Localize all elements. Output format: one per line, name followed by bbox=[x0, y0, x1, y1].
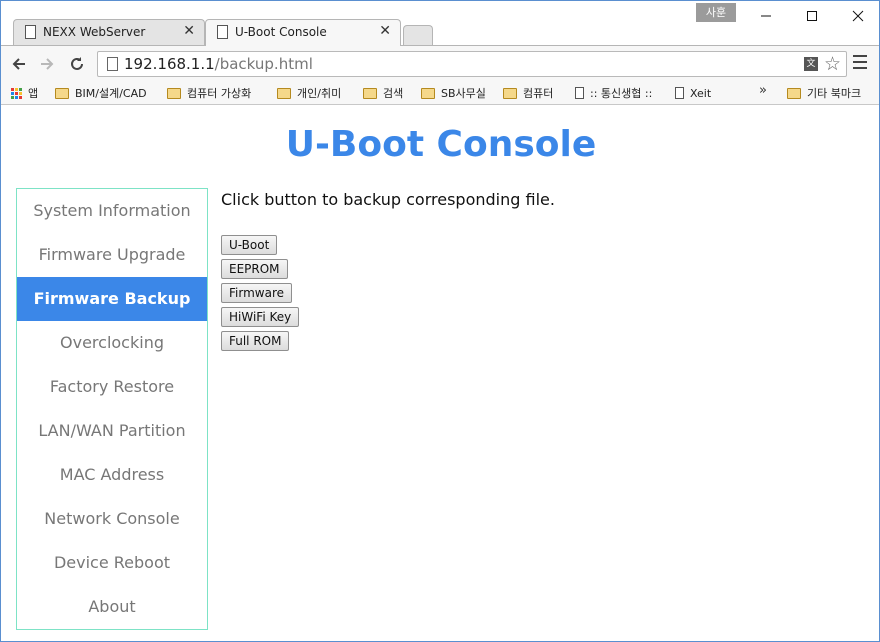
back-button[interactable] bbox=[7, 52, 31, 76]
page-icon bbox=[25, 25, 36, 39]
page-icon bbox=[675, 87, 684, 99]
bookmark-label: BIM/설계/CAD bbox=[75, 87, 147, 100]
bookmark-label: 기타 북마크 bbox=[807, 87, 862, 100]
url-text: 192.168.1.1/backup.html bbox=[124, 55, 313, 73]
other-bookmarks-folder[interactable]: 기타 북마크 bbox=[787, 84, 861, 102]
close-window-button[interactable] bbox=[835, 1, 880, 31]
minimize-icon bbox=[761, 15, 771, 17]
backup-full-rom-button[interactable]: Full ROM bbox=[221, 331, 290, 351]
nav-item-device-reboot[interactable]: Device Reboot bbox=[17, 541, 207, 585]
instruction-text: Click button to backup corresponding fil… bbox=[221, 190, 555, 209]
translate-icon[interactable]: 文 bbox=[804, 57, 818, 71]
arrow-left-icon bbox=[12, 58, 25, 70]
folder-icon bbox=[55, 87, 69, 99]
nav-item-system-information[interactable]: System Information bbox=[17, 189, 207, 233]
maximize-icon bbox=[807, 11, 817, 21]
backup-u-boot-button[interactable]: U-Boot bbox=[221, 235, 278, 255]
bookmark-folder[interactable]: BIM/설계/CAD bbox=[55, 84, 147, 102]
bookmark-label: 검색 bbox=[383, 87, 404, 100]
folder-icon bbox=[167, 87, 181, 99]
page-icon bbox=[575, 87, 584, 99]
bookmark-folder[interactable]: 개인/취미 bbox=[277, 84, 341, 102]
close-tab-icon[interactable]: ✕ bbox=[379, 23, 391, 39]
minimize-button[interactable] bbox=[743, 1, 789, 31]
bookmark-folder[interactable]: 검색 bbox=[363, 84, 403, 102]
bookmark-folder[interactable]: SB사무실 bbox=[421, 84, 486, 102]
backup-button-list: U-Boot EEPROM Firmware HiWiFi Key Full R… bbox=[221, 235, 300, 355]
bookmarks-overflow-button[interactable]: » bbox=[759, 83, 767, 98]
backup-firmware-button[interactable]: Firmware bbox=[221, 283, 292, 303]
page-title: U-Boot Console bbox=[285, 124, 597, 165]
backup-eeprom-button[interactable]: EEPROM bbox=[221, 259, 288, 279]
tab-title: U-Boot Console bbox=[235, 25, 327, 39]
folder-icon bbox=[363, 87, 377, 99]
nav-item-network-console[interactable]: Network Console bbox=[17, 497, 207, 541]
maximize-button[interactable] bbox=[789, 1, 835, 31]
bookmark-label: 앱 bbox=[28, 87, 39, 100]
bookmark-label: SB사무실 bbox=[441, 87, 486, 100]
nav-item-lan-wan-partition[interactable]: LAN/WAN Partition bbox=[17, 409, 207, 453]
address-bar[interactable]: 192.168.1.1/backup.html 文 ☆ bbox=[97, 51, 847, 77]
nav-item-firmware-upgrade[interactable]: Firmware Upgrade bbox=[17, 233, 207, 277]
close-icon bbox=[852, 10, 864, 22]
title-bar: NEXX WebServer ✕ U-Boot Console ✕ 사훈 bbox=[1, 1, 880, 46]
apps-icon bbox=[11, 87, 22, 99]
bookmark-label: :: 통신생협 :: bbox=[590, 87, 653, 100]
nav-item-factory-restore[interactable]: Factory Restore bbox=[17, 365, 207, 409]
menu-icon[interactable] bbox=[853, 55, 869, 71]
bookmark-page[interactable]: :: 통신생협 :: bbox=[575, 84, 652, 102]
arrow-right-icon bbox=[41, 58, 54, 70]
folder-icon bbox=[277, 87, 291, 99]
bookmark-label: 컴퓨터 가상화 bbox=[187, 87, 252, 100]
close-tab-icon[interactable]: ✕ bbox=[183, 23, 195, 39]
backup-hiwifi-key-button[interactable]: HiWiFi Key bbox=[221, 307, 300, 327]
page-icon bbox=[217, 25, 228, 39]
sidebar-nav: System Information Firmware Upgrade Firm… bbox=[16, 188, 208, 630]
reload-icon bbox=[71, 57, 83, 70]
profile-badge[interactable]: 사훈 bbox=[696, 3, 736, 22]
forward-button[interactable] bbox=[35, 52, 59, 76]
tab-shape bbox=[403, 25, 433, 45]
tab-title: NEXX WebServer bbox=[43, 25, 146, 39]
page-icon bbox=[107, 57, 118, 71]
folder-icon bbox=[503, 87, 517, 99]
bookmark-folder[interactable]: 컴퓨터 가상화 bbox=[167, 84, 251, 102]
bookmark-label: 개인/취미 bbox=[297, 87, 342, 100]
browser-toolbar: 192.168.1.1/backup.html 文 ☆ bbox=[1, 45, 879, 81]
bookmark-star-icon[interactable]: ☆ bbox=[824, 53, 841, 75]
tab-nexx-webserver[interactable]: NEXX WebServer ✕ bbox=[13, 19, 205, 46]
tab-u-boot-console[interactable]: U-Boot Console ✕ bbox=[205, 19, 401, 46]
page-content: U-Boot Console System Information Firmwa… bbox=[1, 106, 879, 641]
nav-item-about[interactable]: About bbox=[17, 585, 207, 629]
bookmark-apps[interactable]: 앱 bbox=[11, 84, 38, 102]
nav-item-overclocking[interactable]: Overclocking bbox=[17, 321, 207, 365]
backup-panel: Click button to backup corresponding fil… bbox=[221, 190, 861, 351]
nav-item-firmware-backup[interactable]: Firmware Backup bbox=[17, 277, 207, 321]
folder-icon bbox=[787, 87, 801, 99]
bookmark-label: Xeit bbox=[690, 86, 712, 100]
url-host: 192.168.1.1 bbox=[124, 55, 215, 73]
new-tab-button[interactable] bbox=[403, 25, 433, 45]
reload-button[interactable] bbox=[65, 52, 89, 76]
folder-icon bbox=[421, 87, 435, 99]
bookmarks-bar: 앱 BIM/설계/CAD 컴퓨터 가상화 개인/취미 검색 SB사무실 컴퓨터 bbox=[1, 81, 879, 105]
browser-window: NEXX WebServer ✕ U-Boot Console ✕ 사훈 192… bbox=[0, 0, 880, 642]
nav-item-mac-address[interactable]: MAC Address bbox=[17, 453, 207, 497]
bookmark-folder[interactable]: 컴퓨터 bbox=[503, 84, 553, 102]
bookmark-page[interactable]: Xeit bbox=[675, 84, 711, 102]
bookmark-label: 컴퓨터 bbox=[523, 87, 554, 100]
url-path: /backup.html bbox=[214, 55, 313, 73]
